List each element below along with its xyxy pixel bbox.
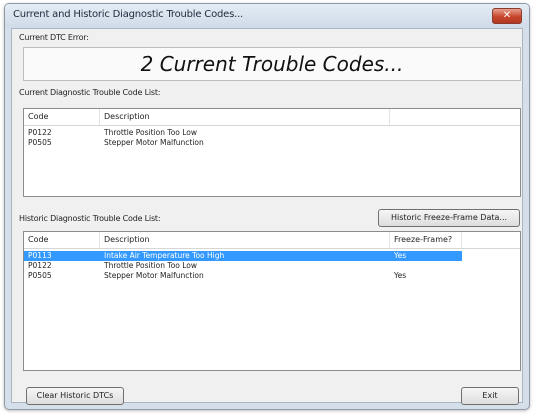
code-cell: P0113 <box>28 251 52 260</box>
description-cell: Stepper Motor Malfunction <box>104 271 204 280</box>
close-button[interactable]: ✕ <box>492 8 522 24</box>
freeze-frame-cell: Yes <box>394 251 407 260</box>
code-cell: P0122 <box>28 128 52 137</box>
close-icon: ✕ <box>502 10 512 21</box>
historic-list-header: Code Description Freeze-Frame? <box>24 232 520 249</box>
window-title: Current and Historic Diagnostic Trouble … <box>13 9 244 20</box>
table-row[interactable]: P0505 Stepper Motor Malfunction Yes <box>24 271 462 281</box>
dialog-body: Current DTC Error: 2 Current Trouble Cod… <box>11 28 523 405</box>
historic-freeze-frame-button[interactable]: Historic Freeze-Frame Data... <box>378 209 520 227</box>
table-row[interactable]: P0122 Throttle Position Too Low <box>24 261 462 271</box>
table-row[interactable]: P0505 Stepper Motor Malfunction <box>24 138 520 148</box>
code-cell: P0505 <box>28 271 52 280</box>
freeze-frame-cell: Yes <box>394 271 407 280</box>
table-row[interactable]: P0122 Throttle Position Too Low <box>24 128 520 138</box>
column-header-freeze-frame[interactable]: Freeze-Frame? <box>390 232 462 248</box>
code-cell: P0505 <box>28 138 52 147</box>
historic-list-label: Historic Diagnostic Trouble Code List: <box>19 214 161 223</box>
column-header-code[interactable]: Code <box>24 232 100 248</box>
current-list-label: Current Diagnostic Trouble Code List: <box>19 88 161 97</box>
description-cell: Intake Air Temperature Too High <box>104 251 225 260</box>
code-cell: P0122 <box>28 261 52 270</box>
current-error-label: Current DTC Error: <box>19 33 89 42</box>
current-list-header: Code Description <box>24 109 520 126</box>
title-bar[interactable]: Current and Historic Diagnostic Trouble … <box>5 4 529 28</box>
column-header-description[interactable]: Description <box>100 109 390 125</box>
description-cell: Throttle Position Too Low <box>104 128 198 137</box>
table-row-selected[interactable]: P0113 Intake Air Temperature Too High Ye… <box>24 251 462 261</box>
exit-button[interactable]: Exit <box>461 387 519 405</box>
dtc-window: Current and Historic Diagnostic Trouble … <box>4 3 530 410</box>
description-cell: Stepper Motor Malfunction <box>104 138 204 147</box>
current-dtc-list[interactable]: Code Description P0122 Throttle Position… <box>23 108 521 197</box>
column-header-description[interactable]: Description <box>100 232 390 248</box>
historic-dtc-list[interactable]: Code Description Freeze-Frame? P0113 Int… <box>23 231 521 371</box>
description-cell: Throttle Position Too Low <box>104 261 198 270</box>
current-dtc-banner: 2 Current Trouble Codes... <box>23 47 521 81</box>
clear-historic-dtcs-button[interactable]: Clear Historic DTCs <box>26 387 124 405</box>
column-header-code[interactable]: Code <box>24 109 100 125</box>
